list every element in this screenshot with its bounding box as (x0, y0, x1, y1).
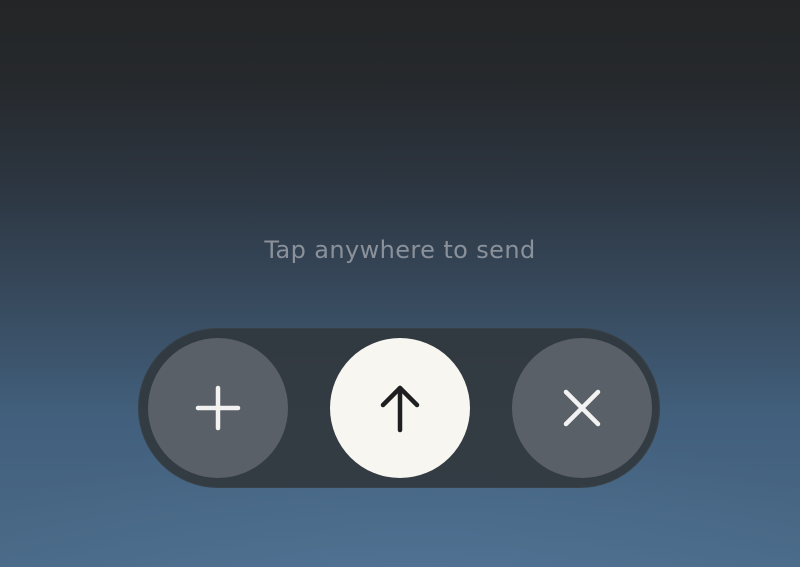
add-button[interactable] (148, 338, 288, 478)
tap-to-send-hint: Tap anywhere to send (264, 236, 536, 264)
action-bar (138, 328, 660, 488)
arrow-up-icon (380, 385, 420, 433)
close-button[interactable] (512, 338, 652, 478)
plus-icon (195, 385, 241, 431)
close-icon (563, 389, 601, 427)
send-screen[interactable]: Tap anywhere to send (0, 0, 800, 567)
send-button[interactable] (330, 338, 470, 478)
